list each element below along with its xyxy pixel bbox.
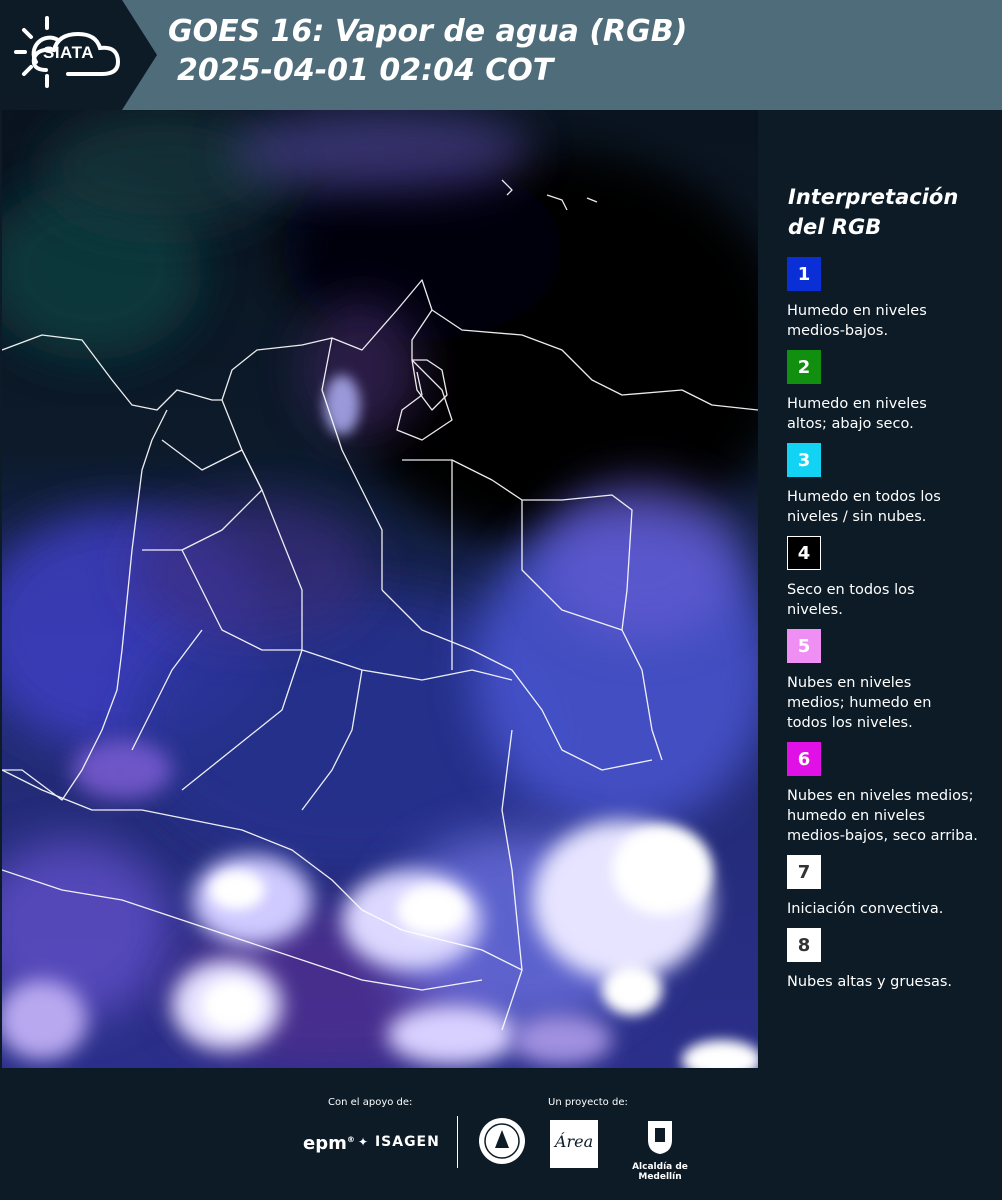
- legend-number-5: 5: [797, 635, 811, 657]
- epm-logo-text: epm: [303, 1133, 347, 1154]
- legend-item-2: 2 Humedo en niveles altos; abajo seco.: [787, 350, 997, 434]
- legend-text-4: Seco en todos los niveles.: [787, 582, 915, 618]
- legend-item-6: 6 Nubes en niveles medios; humedo en niv…: [787, 742, 997, 846]
- footer-divider: [457, 1116, 458, 1168]
- legend-item-5: 5 Nubes en niveles medios; humedo en tod…: [787, 629, 997, 733]
- legend-swatch-4: 4: [787, 536, 821, 570]
- footer: Con el apoyo de: Un proyecto de: epm® ✦ …: [0, 1068, 1002, 1200]
- siata-logo: SIATA: [0, 0, 150, 110]
- satellite-map: [2, 110, 758, 1068]
- project-label: Un proyecto de:: [548, 1097, 628, 1108]
- legend-text-6: Nubes en niveles medios; humedo en nivel…: [787, 788, 978, 844]
- timestamp: 2025-04-01 02:04 COT: [177, 53, 554, 88]
- legend-swatch-1: 1: [787, 257, 821, 291]
- legend-swatch-6: 6: [787, 742, 821, 776]
- legend-text-8: Nubes altas y gruesas.: [787, 974, 953, 990]
- legend-item-3: 3 Humedo en todos los niveles / sin nube…: [787, 443, 997, 527]
- legend-number-6: 6: [797, 748, 811, 770]
- legend-title: Interpretación del RGB: [788, 185, 959, 239]
- legend-swatch-2: 2: [787, 350, 821, 384]
- medellin-logo-text: Alcaldía de Medellín: [632, 1162, 688, 1182]
- legend-item-4: 4 Seco en todos los niveles.: [787, 536, 997, 620]
- legend-swatch-5: 5: [787, 629, 821, 663]
- page-title: GOES 16: Vapor de agua (RGB): [168, 14, 688, 49]
- legend-text-2: Humedo en niveles altos; abajo seco.: [787, 396, 927, 432]
- metropolitana-logo-text: Área: [554, 1132, 594, 1151]
- epm-logo: epm®: [303, 1133, 355, 1154]
- water-vapor-image: [2, 110, 758, 1068]
- isagen-icon: ✦: [358, 1135, 370, 1149]
- legend-swatch-7: 7: [787, 855, 821, 889]
- legend-text-1: Humedo en niveles medios-bajos.: [787, 303, 927, 339]
- legend-text-5: Nubes en niveles medios; humedo en todos…: [787, 675, 932, 731]
- legend-number-2: 2: [797, 356, 811, 378]
- siata-logo-text: SIATA: [43, 43, 94, 62]
- medellin-logo: Alcaldía de Medellín: [610, 1118, 710, 1182]
- legend-number-4: 4: [797, 542, 811, 564]
- legend-panel: Interpretación del RGB 1 Humedo en nivel…: [760, 110, 1002, 1068]
- legend-number-3: 3: [797, 449, 811, 471]
- medellin-shield-icon: [648, 1121, 672, 1154]
- header: SIATA GOES 16: Vapor de agua (RGB) 2025-…: [0, 0, 1002, 110]
- legend-item-8: 8 Nubes altas y gruesas.: [787, 928, 997, 992]
- legend-number-1: 1: [797, 263, 811, 285]
- legend-number-7: 7: [797, 861, 811, 883]
- antioquia-seal-icon: [479, 1118, 525, 1164]
- legend-item-1: 1 Humedo en niveles medios-bajos.: [787, 257, 997, 341]
- legend-text-7: Iniciación convectiva.: [787, 901, 944, 917]
- metropolitana-logo: Área: [550, 1120, 598, 1168]
- legend-swatch-3: 3: [787, 443, 821, 477]
- legend-number-8: 8: [797, 934, 811, 956]
- legend-item-7: 7 Iniciación convectiva.: [787, 855, 997, 919]
- support-label: Con el apoyo de:: [328, 1097, 413, 1108]
- legend-swatch-8: 8: [787, 928, 821, 962]
- legend-text-3: Humedo en todos los niveles / sin nubes.: [787, 489, 941, 525]
- isagen-logo: ✦ ISAGEN: [358, 1134, 440, 1150]
- isagen-logo-text: ISAGEN: [374, 1134, 440, 1150]
